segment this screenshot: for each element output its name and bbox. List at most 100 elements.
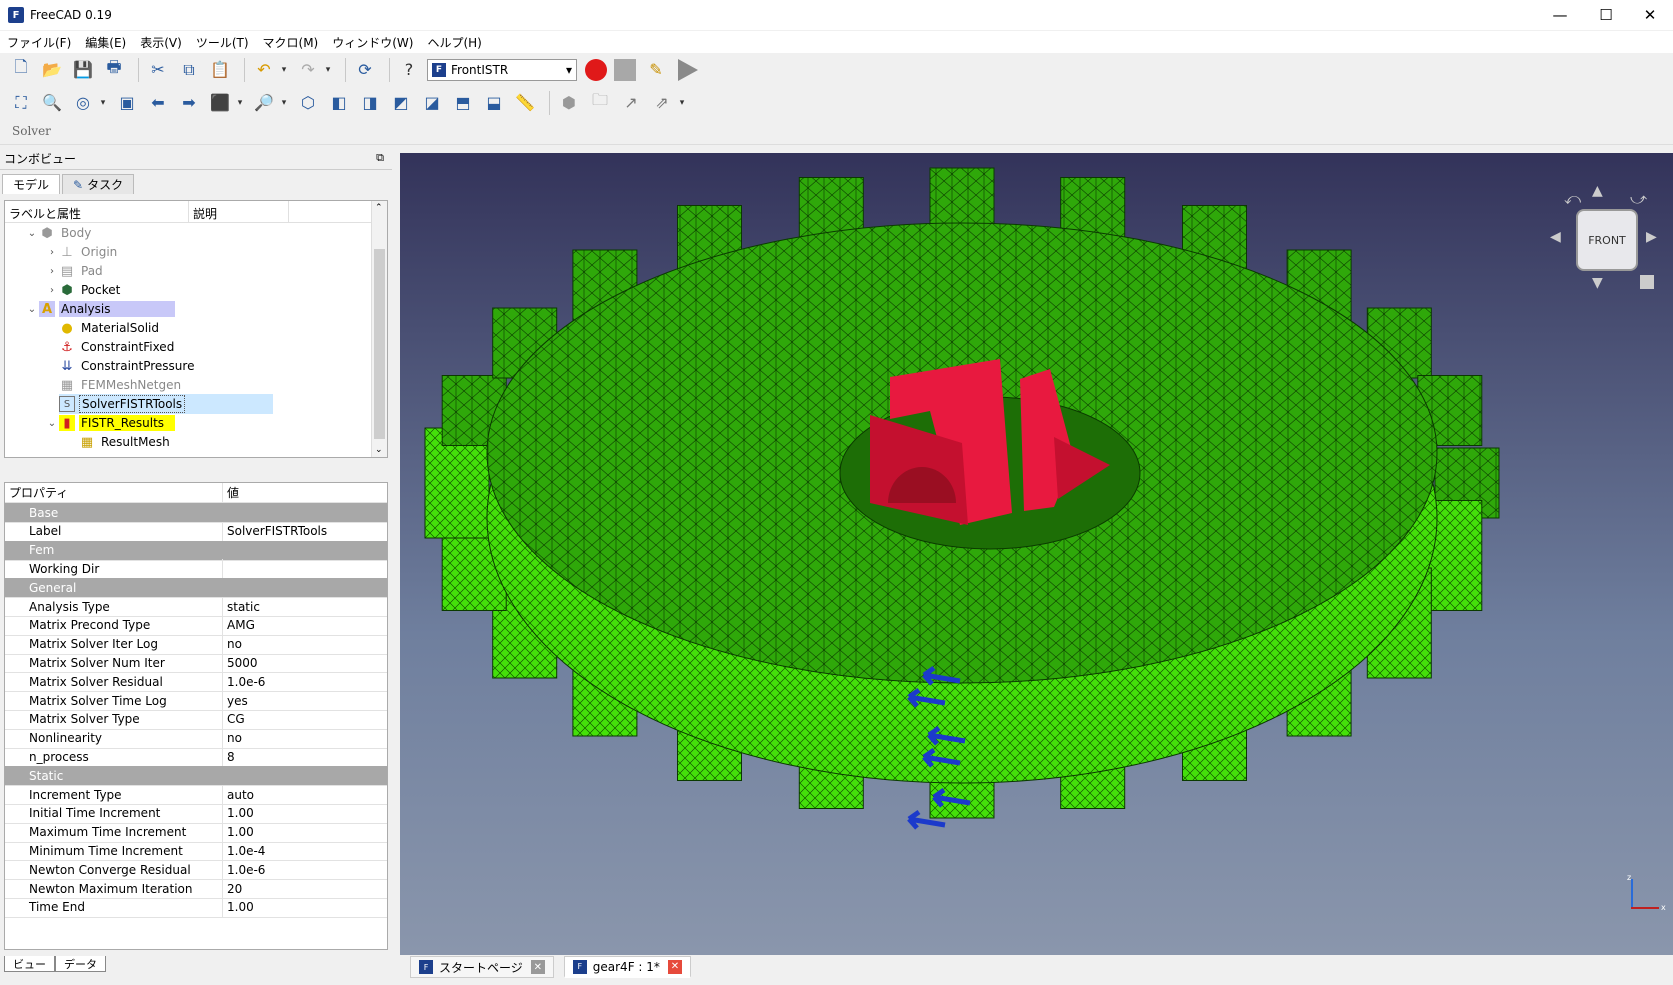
tab-gear4f[interactable]: F gear4F : 1* ✕ [563, 956, 691, 978]
scroll-down-icon[interactable]: ⌄ [375, 445, 383, 455]
tree-item-constraintpressure[interactable]: ⇊ ConstraintPressure [59, 356, 196, 376]
gear-mesh-model[interactable] [400, 153, 1673, 955]
property-value[interactable]: 1.0e-4 [223, 844, 265, 858]
link-dropdown-icon[interactable]: ▾ [676, 90, 688, 116]
nav-up-arrow-icon[interactable]: ▲ [1592, 183, 1603, 199]
property-row[interactable]: Matrix Precond Type AMG [5, 615, 387, 636]
link-icon[interactable]: ↗ [618, 90, 644, 116]
property-value[interactable]: auto [223, 788, 254, 802]
measure-icon[interactable]: 📏 [512, 90, 538, 116]
property-row[interactable]: Matrix Solver Num Iter 5000 [5, 653, 387, 674]
property-row[interactable]: Matrix Solver Type CG [5, 709, 387, 730]
nav-rotate-left-icon[interactable]: ⤺ [1564, 189, 1581, 209]
open-file-icon[interactable]: 📂 [39, 57, 65, 83]
print-icon[interactable]: 🖶 [101, 57, 127, 83]
macro-record-icon[interactable] [585, 58, 607, 81]
nav-right-arrow-icon[interactable]: ▶ [1646, 229, 1657, 245]
tree-item-analysis[interactable]: ⌄ A Analysis [25, 299, 175, 319]
link-actions-icon[interactable]: ⇗ [649, 90, 675, 116]
prop-col-value[interactable]: 値 [223, 484, 239, 501]
group-icon[interactable]: 🗀 [587, 90, 613, 116]
tree-scroll-thumb[interactable] [374, 249, 385, 439]
nav-cube-menu-icon[interactable] [1640, 275, 1654, 289]
property-value[interactable]: 1.00 [223, 900, 254, 914]
redo-dropdown-icon[interactable]: ▾ [322, 57, 334, 83]
zoom-icon[interactable]: 🔎 [251, 90, 277, 116]
menu-file[interactable]: ファイル(F) [0, 34, 78, 51]
fit-all-icon[interactable]: ⛶ [8, 90, 34, 116]
property-value[interactable]: no [223, 637, 242, 651]
bounding-box-icon[interactable]: ▣ [114, 90, 140, 116]
refresh-icon[interactable]: ⟳ [352, 57, 378, 83]
nav-down-arrow-icon[interactable]: ▼ [1592, 275, 1603, 291]
chevron-down-icon[interactable]: ⌄ [25, 228, 39, 239]
macro-stop-icon[interactable] [614, 58, 636, 81]
tree-item-pocket[interactable]: › ⬢ Pocket [45, 280, 122, 300]
workbench-selector[interactable]: F FrontISTR ▾ [427, 58, 577, 81]
property-row[interactable]: Minimum Time Increment 1.0e-4 [5, 841, 387, 862]
property-group-static[interactable]: Static [5, 766, 387, 787]
property-value[interactable]: 8 [223, 750, 235, 764]
property-value[interactable]: no [223, 731, 242, 745]
chevron-right-icon[interactable]: › [45, 285, 59, 296]
property-value[interactable]: 20 [223, 882, 242, 896]
3d-viewport[interactable]: ▲ ▼ ◀ ▶ ⤺ ⤻ FRONT z x [400, 153, 1673, 955]
nav-cube-front-face[interactable]: FRONT [1576, 209, 1638, 271]
macro-run-icon[interactable] [678, 58, 698, 81]
copy-icon[interactable]: ⧉ [176, 57, 202, 83]
part-icon[interactable]: ⬢ [556, 90, 582, 116]
draw-style-dropdown-icon[interactable]: ▾ [97, 90, 109, 116]
paste-icon[interactable]: 📋 [207, 57, 233, 83]
close-tab-icon[interactable]: ✕ [530, 960, 545, 974]
menu-view[interactable]: 表示(V) [133, 34, 189, 51]
scroll-up-icon[interactable]: ⌃ [375, 203, 383, 213]
tab-data[interactable]: データ [55, 956, 106, 972]
fit-selection-icon[interactable]: 🔍 [39, 90, 65, 116]
tree-item-pad[interactable]: › ▤ Pad [45, 261, 105, 281]
property-row[interactable]: Time End 1.00 [5, 897, 387, 918]
rear-view-icon[interactable]: ◪ [419, 90, 445, 116]
undo-dropdown-icon[interactable]: ▾ [278, 57, 290, 83]
isometric-view-icon[interactable]: ⬡ [295, 90, 321, 116]
undo-icon[interactable]: ↶ [251, 57, 277, 83]
maximize-button[interactable]: ☐ [1583, 0, 1629, 30]
property-value[interactable]: CG [223, 712, 245, 726]
sync-view-dropdown-icon[interactable]: ▾ [234, 90, 246, 116]
minimize-button[interactable]: — [1537, 0, 1583, 30]
macro-edit-icon[interactable]: ✎ [643, 57, 669, 83]
tree-item-body[interactable]: ⌄ ⬢ Body [25, 223, 93, 243]
new-file-icon[interactable]: 🗋 [8, 57, 34, 83]
close-tab-icon[interactable]: ✕ [667, 959, 682, 974]
tab-model[interactable]: モデル [2, 174, 61, 194]
bottom-view-icon[interactable]: ⬒ [450, 90, 476, 116]
property-group-fem[interactable]: Fem [5, 540, 387, 561]
property-value[interactable]: yes [223, 694, 248, 708]
redo-icon[interactable]: ↷ [295, 57, 321, 83]
property-row[interactable]: Increment Type auto [5, 785, 387, 805]
tree-col-label[interactable]: ラベルと属性 [5, 201, 189, 222]
chevron-right-icon[interactable]: › [45, 266, 59, 277]
tree-item-constraintfixed[interactable]: ⚓ ConstraintFixed [59, 337, 176, 357]
close-button[interactable]: ✕ [1627, 0, 1673, 30]
sync-view-icon[interactable]: ⬛ [207, 90, 233, 116]
float-panel-icon[interactable]: ⧉ [376, 151, 384, 165]
tree-scrollbar[interactable]: ⌃ ⌄ [371, 201, 387, 457]
property-value[interactable]: 5000 [223, 656, 258, 670]
top-view-icon[interactable]: ◨ [357, 90, 383, 116]
tree-item-origin[interactable]: › ⊥ Origin [45, 242, 119, 262]
nav-rotate-right-icon[interactable]: ⤻ [1630, 189, 1647, 209]
tab-view[interactable]: ビュー [4, 956, 55, 972]
tree-item-femmeshnetgen[interactable]: ▦ FEMMeshNetgen [59, 375, 183, 395]
tab-start-page[interactable]: F スタートページ ✕ [410, 956, 554, 978]
property-row[interactable]: Analysis Type static [5, 597, 387, 617]
menu-tools[interactable]: ツール(T) [189, 34, 256, 51]
property-value[interactable]: 1.0e-6 [223, 675, 265, 689]
forward-icon[interactable]: ➡ [176, 90, 202, 116]
chevron-down-icon[interactable]: ⌄ [45, 418, 59, 429]
property-row[interactable]: n_process 8 [5, 747, 387, 768]
navigation-cube[interactable]: ▲ ▼ ◀ ▶ ⤺ ⤻ FRONT [1550, 183, 1660, 293]
save-file-icon[interactable]: 💾 [70, 57, 96, 83]
property-value[interactable]: static [223, 600, 260, 614]
tree-col-description[interactable]: 説明 [189, 201, 289, 222]
left-view-icon[interactable]: ⬓ [481, 90, 507, 116]
